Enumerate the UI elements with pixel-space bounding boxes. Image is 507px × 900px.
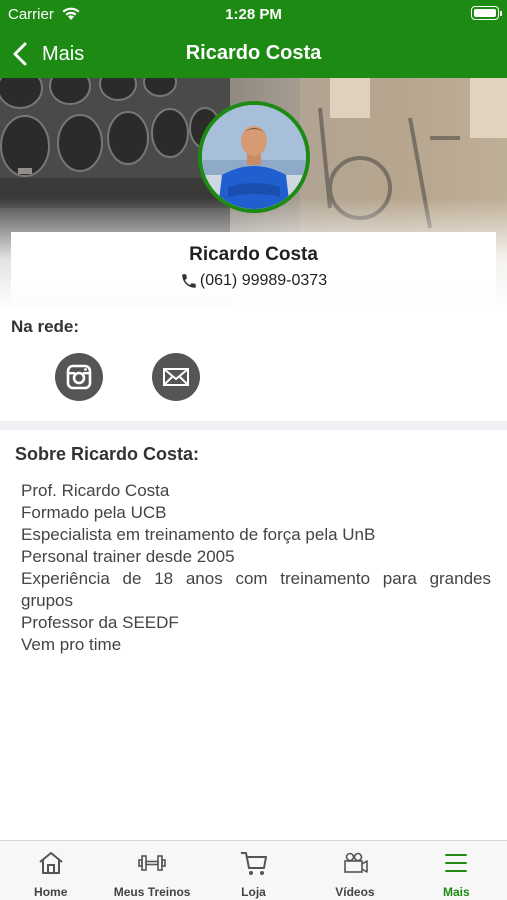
about-line: Personal trainer desde 2005: [21, 547, 235, 566]
avatar: [198, 101, 310, 213]
video-camera-icon: [344, 852, 368, 873]
tab-mais[interactable]: Mais: [406, 841, 507, 900]
tab-videos[interactable]: Vídeos: [304, 841, 405, 900]
about-title: Sobre Ricardo Costa:: [15, 444, 200, 464]
tab-bar: Home Meus Treinos Loja Vídeos Mais: [0, 840, 507, 900]
about-line: Vem pro time: [21, 635, 122, 654]
dumbbell-icon: [138, 855, 166, 871]
menu-icon: [445, 854, 468, 872]
tab-meus-treinos[interactable]: Meus Treinos: [101, 841, 202, 900]
home-icon: [39, 852, 63, 874]
profile-name: Ricardo Costa: [189, 244, 318, 265]
tab-mais-label: Mais: [442, 885, 470, 899]
section-divider: [0, 421, 507, 430]
page-title: Ricardo Costa: [185, 42, 322, 64]
phone-link[interactable]: (061) 99989-0373: [11, 272, 496, 290]
tab-home[interactable]: Home: [0, 841, 101, 900]
email-icon: [163, 368, 189, 386]
phone-icon: [182, 274, 196, 288]
instagram-button[interactable]: [55, 353, 103, 401]
phone-number: (061) 99989-0373: [199, 272, 328, 289]
about-line: Experiência de 18 anos com treinamento p…: [21, 569, 491, 610]
status-bar: Carrier 1:28 PM: [0, 0, 507, 30]
tab-loja[interactable]: Loja: [203, 841, 304, 900]
about-line: Formado pela UCB: [21, 503, 167, 522]
email-button[interactable]: [152, 353, 200, 401]
about-line: Professor da SEEDF: [21, 613, 179, 632]
social-label: Na rede:: [11, 317, 80, 336]
battery-icon: [471, 6, 502, 20]
profile-photo: [202, 105, 306, 209]
instagram-icon: [66, 364, 92, 390]
about-text: Prof. Ricardo Costa Formado pela UCB Esp…: [21, 480, 491, 656]
about-line: Prof. Ricardo Costa: [21, 481, 170, 500]
tab-home-label: Home: [34, 885, 68, 899]
profile-card: Ricardo Costa (061) 99989-0373: [11, 232, 496, 302]
cart-icon: [240, 852, 267, 875]
navigation-bar: Mais Ricardo Costa: [0, 30, 507, 78]
tab-videos-label: Vídeos: [335, 885, 375, 899]
clock: 1:28 PM: [225, 6, 282, 23]
tab-meus-treinos-label: Meus Treinos: [113, 885, 191, 899]
tab-loja-label: Loja: [241, 885, 266, 899]
about-line: Especialista em treinamento de força pel…: [21, 525, 376, 544]
